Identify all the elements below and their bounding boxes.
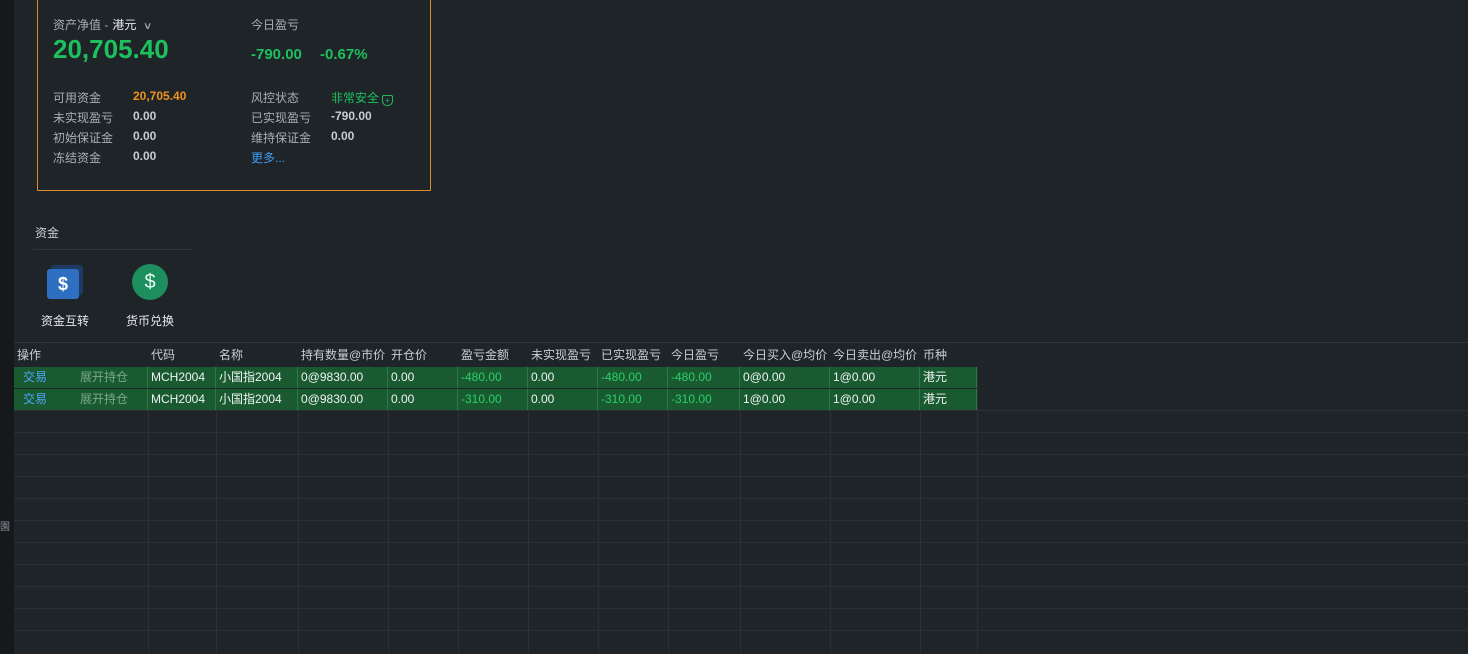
col-header-buy[interactable]: 今日买入@均价 <box>740 343 830 367</box>
col-header-action[interactable]: 操作 <box>14 343 148 367</box>
cell-pnl: -310.00 <box>458 389 528 410</box>
chevron-down-icon[interactable]: ∨ <box>143 21 153 32</box>
trade-link[interactable]: 交易 <box>14 367 76 388</box>
fund-transfer-label: 资金互转 <box>40 314 89 328</box>
cell-unrealized: 0.00 <box>528 389 598 410</box>
currency-exchange-button[interactable]: $ 货币兑换 <box>115 262 185 329</box>
today-pnl-value: -790.00 <box>251 46 302 63</box>
account-summary-card: 资产净值 - 港元 ∨ 20,705.40 今日盈亏 -790.00 -0.67% … <box>37 0 431 191</box>
cell-realized: -310.00 <box>598 389 668 410</box>
initial-margin: 初始保证金 0.00 <box>53 129 157 145</box>
dollar-transfer-icon: $ <box>45 262 85 302</box>
cell-qty: 0@9830.00 <box>298 367 388 388</box>
risk-status-value: 非常安全 <box>331 91 380 105</box>
cell-open: 0.00 <box>388 389 458 410</box>
cell-open: 0.00 <box>388 367 458 388</box>
today-pnl-percent: -0.67% <box>320 46 368 63</box>
more-link[interactable]: 更多... <box>251 149 285 166</box>
col-header-open[interactable]: 开仓价 <box>388 343 458 367</box>
cell-code: MCH2004 <box>148 389 216 410</box>
col-header-realized[interactable]: 已实现盈亏 <box>598 343 668 367</box>
currency-exchange-label: 货币兑换 <box>125 314 174 328</box>
col-header-sell[interactable]: 今日卖出@均价 <box>830 343 920 367</box>
currency-exchange-icon: $ <box>130 262 170 302</box>
cell-sell: 1@0.00 <box>830 389 920 410</box>
col-header-qty[interactable]: 持有数量@市价 <box>298 343 388 367</box>
trade-link[interactable]: 交易 <box>14 389 76 410</box>
cell-name: 小国指2004 <box>216 367 298 388</box>
cell-buy: 1@0.00 <box>740 389 830 410</box>
risk-status: 风控状态 非常安全 + <box>251 89 394 106</box>
expand-position-link[interactable]: 展开持仓 <box>77 367 148 388</box>
cell-buy: 0@0.00 <box>740 367 830 388</box>
cell-today: -310.00 <box>668 389 740 410</box>
left-strip: 園 <box>0 0 14 654</box>
currency-selector[interactable]: 港元 <box>112 18 136 32</box>
funds-section-title: 资金 <box>35 226 60 240</box>
maintenance-margin: 维持保证金 0.00 <box>251 129 355 145</box>
nav-label: 资产净值 - <box>53 18 109 32</box>
cell-name: 小国指2004 <box>216 389 298 410</box>
cell-currency: 港元 <box>920 367 977 388</box>
cell-unrealized: 0.00 <box>528 367 598 388</box>
realized-pnl: 已实现盈亏 -790.00 <box>251 109 372 125</box>
cell-sell: 1@0.00 <box>830 367 920 388</box>
col-header-today[interactable]: 今日盈亏 <box>668 343 740 367</box>
nav-value: 20,705.40 <box>53 34 169 64</box>
cell-pnl: -480.00 <box>458 367 528 388</box>
cell-qty: 0@9830.00 <box>298 389 388 410</box>
cell-code: MCH2004 <box>148 367 216 388</box>
today-pnl-label: 今日盈亏 <box>251 18 300 32</box>
nav-header[interactable]: 资产净值 - 港元 ∨ <box>53 16 153 33</box>
cell-today: -480.00 <box>668 367 740 388</box>
table-row[interactable]: 交易 展开持仓 MCH2004 小国指2004 0@9830.00 0.00 -… <box>14 389 977 410</box>
cell-currency: 港元 <box>920 389 977 410</box>
col-header-currency[interactable]: 币种 <box>920 343 977 367</box>
side-glyph: 園 <box>0 522 10 533</box>
table-row[interactable]: 交易 展开持仓 MCH2004 小国指2004 0@9830.00 0.00 -… <box>14 367 977 388</box>
unrealized-pnl: 未实现盈亏 0.00 <box>53 109 157 125</box>
frozen-funds: 冻结资金 0.00 <box>53 149 157 165</box>
col-header-code[interactable]: 代码 <box>148 343 216 367</box>
col-header-pnl[interactable]: 盈亏金额 <box>458 343 528 367</box>
cell-realized: -480.00 <box>598 367 668 388</box>
expand-position-link[interactable]: 展开持仓 <box>77 389 148 410</box>
divider <box>33 249 192 250</box>
fund-transfer-button[interactable]: $ 资金互转 <box>30 262 100 329</box>
table-header: 操作 代码 名称 持有数量@市价 开仓价 盈亏金额 未实现盈亏 已实现盈亏 今日… <box>14 342 1468 367</box>
col-header-unrealized[interactable]: 未实现盈亏 <box>528 343 598 367</box>
shield-icon[interactable]: + <box>382 95 394 106</box>
available-funds: 可用资金 20,705.40 <box>53 89 187 105</box>
col-header-name[interactable]: 名称 <box>216 343 298 367</box>
